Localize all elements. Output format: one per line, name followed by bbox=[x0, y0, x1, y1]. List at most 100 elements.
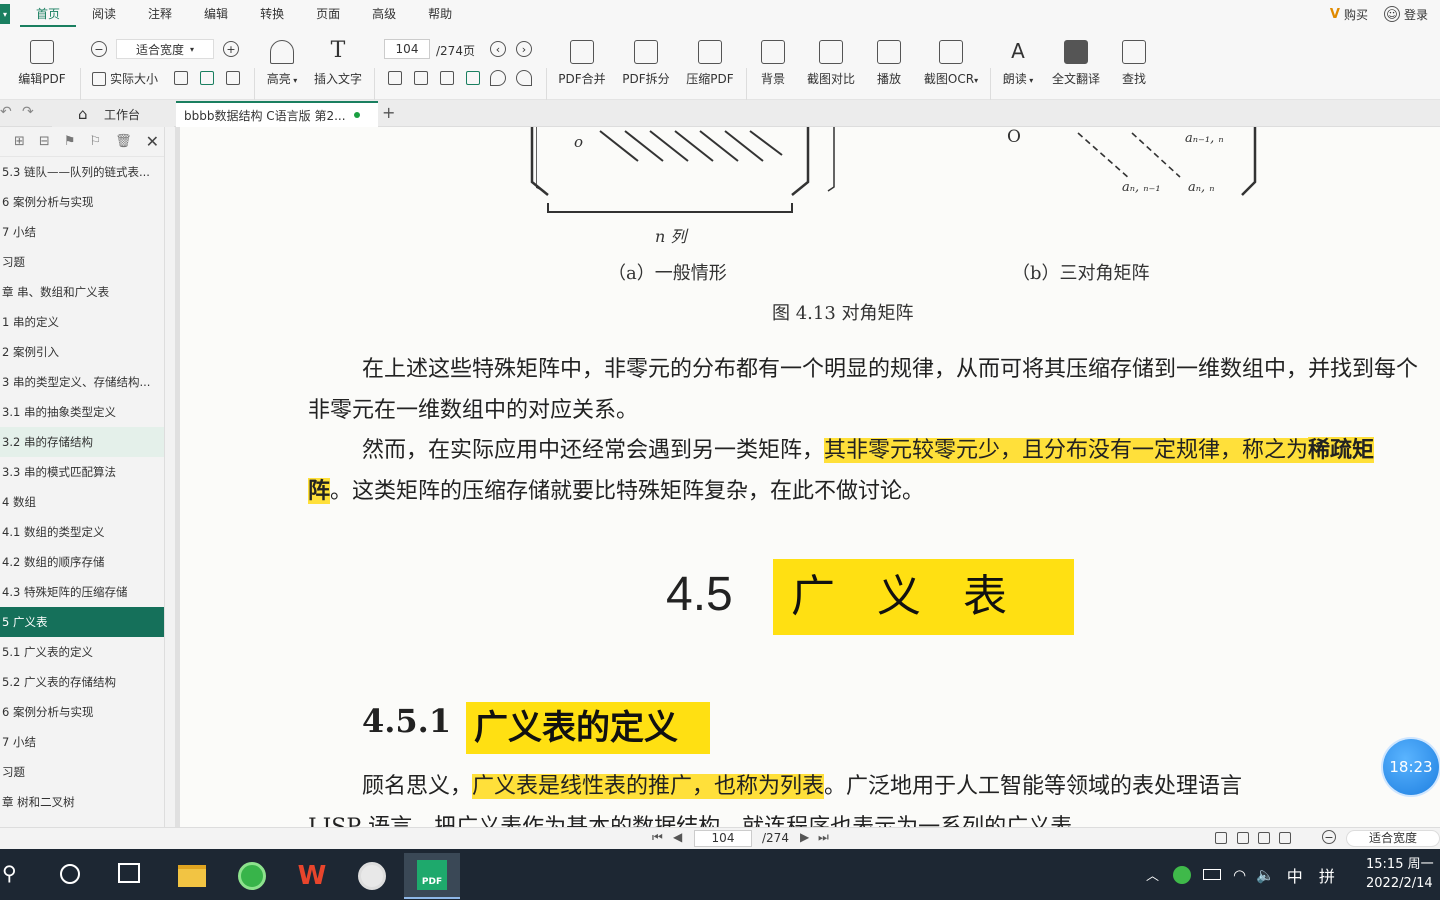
prev-page-status-icon[interactable]: ◀ bbox=[673, 830, 682, 844]
outline-item[interactable]: 习题 bbox=[0, 757, 164, 787]
taskbar-clock[interactable]: 15:15 周一 2022/2/14 bbox=[1366, 855, 1434, 893]
find-button[interactable]: 查找 bbox=[1104, 38, 1164, 87]
zoom-out-icon[interactable]: − bbox=[91, 41, 107, 57]
outline-item-active[interactable]: 5 广义表 bbox=[0, 607, 164, 637]
zoom-in-icon[interactable]: + bbox=[223, 41, 239, 57]
outline-item[interactable]: 6 案例分析与实现 bbox=[0, 187, 164, 217]
outline-item[interactable]: 5.3 链队——队列的链式表... bbox=[0, 157, 164, 187]
outline-item[interactable]: 4 数组 bbox=[0, 487, 164, 517]
rotate-cw-icon[interactable] bbox=[490, 70, 506, 86]
highlight-button[interactable]: 高亮 ▾ bbox=[252, 38, 312, 87]
screenshot-ocr-button[interactable]: 截图OCR▾ bbox=[918, 38, 984, 87]
outline-item[interactable]: 3 串的类型定义、存储结构... bbox=[0, 367, 164, 397]
status-page-input[interactable]: 104 bbox=[694, 830, 752, 847]
outline-item[interactable]: 1 串的定义 bbox=[0, 307, 164, 337]
insert-text-button[interactable]: T 插入文字 bbox=[308, 38, 368, 87]
wifi-icon[interactable]: ◠ bbox=[1233, 866, 1246, 884]
ime-pinyin[interactable]: 拼 bbox=[1319, 863, 1335, 887]
rotate-ccw-icon[interactable] bbox=[516, 70, 532, 86]
grid-view-icon[interactable] bbox=[440, 71, 454, 85]
document-view[interactable]: o n 列 O aₙ₋₁, ₙ aₙ, ₙ₋₁ aₙ, ₙ （a）一般情形 （b… bbox=[180, 127, 1440, 827]
menu-dropdown-icon[interactable]: ▾ bbox=[0, 4, 10, 24]
volume-icon[interactable]: 🔈 bbox=[1256, 866, 1275, 884]
menu-home[interactable]: 首页 bbox=[20, 1, 77, 27]
outline-item[interactable]: 7 小结 bbox=[0, 727, 164, 757]
continuous-icon[interactable] bbox=[1258, 832, 1270, 844]
outline-item[interactable]: 章 串、数组和广义表 bbox=[0, 277, 164, 307]
menu-page[interactable]: 页面 bbox=[300, 0, 356, 28]
outline-item[interactable]: 5.1 广义表的定义 bbox=[0, 637, 164, 667]
close-icon[interactable]: ✕ bbox=[146, 132, 159, 151]
taskbar-file-explorer[interactable] bbox=[164, 853, 220, 899]
last-page-icon[interactable]: ⏭ bbox=[818, 830, 829, 845]
outline-item[interactable]: 6 案例分析与实现 bbox=[0, 697, 164, 727]
menu-convert[interactable]: 转换 bbox=[244, 0, 300, 28]
menu-edit[interactable]: 编辑 bbox=[188, 0, 244, 28]
taskbar-browser[interactable] bbox=[224, 853, 280, 899]
play-button[interactable]: 播放 bbox=[859, 38, 919, 87]
book-view-icon[interactable] bbox=[1279, 832, 1291, 844]
menu-annotate[interactable]: 注释 bbox=[132, 0, 188, 28]
cortana-icon[interactable] bbox=[60, 864, 80, 884]
prev-page-icon[interactable]: ‹ bbox=[490, 41, 506, 57]
collapse-all-icon[interactable]: ⊟ bbox=[39, 134, 50, 149]
bookmark-add-icon[interactable]: ⚐ bbox=[89, 134, 101, 149]
pdf-split-button[interactable]: PDF拆分 bbox=[616, 38, 676, 87]
taskbar-clock-app[interactable] bbox=[344, 853, 400, 899]
menu-advanced[interactable]: 高级 bbox=[356, 0, 412, 28]
outline-item[interactable]: 3.2 串的存储结构 bbox=[0, 427, 164, 457]
task-view-icon[interactable] bbox=[118, 863, 140, 883]
background-button[interactable]: 背景 bbox=[743, 38, 803, 87]
edit-pdf-button[interactable]: 编辑PDF bbox=[12, 38, 72, 87]
text-select-icon[interactable] bbox=[226, 71, 240, 85]
tab-document[interactable]: bbbb数据结构 C语言版 第2... bbox=[176, 101, 378, 127]
bookmark-icon[interactable]: ⚑ bbox=[64, 134, 76, 149]
next-page-icon[interactable]: › bbox=[516, 41, 532, 57]
next-page-status-icon[interactable]: ▶ bbox=[800, 830, 809, 844]
taskbar-wps[interactable]: W bbox=[284, 853, 340, 899]
pdf-merge-button[interactable]: PDF合并 bbox=[552, 38, 612, 87]
undo-icon[interactable]: ↶ bbox=[0, 104, 12, 120]
zoom-out-status-icon[interactable]: − bbox=[1322, 830, 1336, 844]
status-zoom-select[interactable]: 适合宽度 bbox=[1346, 830, 1440, 847]
outline-item[interactable]: 7 小结 bbox=[0, 217, 164, 247]
double-page-icon[interactable] bbox=[414, 71, 428, 85]
compress-pdf-button[interactable]: 压缩PDF bbox=[680, 38, 740, 87]
outline-item[interactable]: 2 案例引入 bbox=[0, 337, 164, 367]
first-page-icon[interactable]: ⏮ bbox=[652, 830, 663, 845]
actual-size-button[interactable]: 实际大小 bbox=[92, 70, 158, 87]
outline-item[interactable]: 4.1 数组的类型定义 bbox=[0, 517, 164, 547]
outline-item[interactable]: 4.2 数组的顺序存储 bbox=[0, 547, 164, 577]
tab-workbench[interactable]: ⌂ 工作台 bbox=[52, 101, 174, 127]
outline-item[interactable]: 4.3 特殊矩阵的压缩存储 bbox=[0, 577, 164, 607]
outline-item[interactable]: 3.3 串的模式匹配算法 bbox=[0, 457, 164, 487]
taskbar-pdf-reader[interactable]: PDF bbox=[404, 853, 460, 899]
zoom-select[interactable]: 适合宽度 ▾ bbox=[116, 39, 214, 59]
redo-icon[interactable]: ↷ bbox=[22, 104, 34, 120]
search-icon[interactable]: ⚲ bbox=[2, 861, 17, 885]
buy-button[interactable]: V 购买 bbox=[1330, 6, 1368, 23]
outline-item[interactable]: 5.2 广义表的存储结构 bbox=[0, 667, 164, 697]
screenshot-compare-button[interactable]: 截图对比 bbox=[801, 38, 861, 87]
full-translate-button[interactable]: 全文翻译 bbox=[1046, 38, 1106, 87]
battery-icon[interactable] bbox=[1203, 869, 1222, 880]
read-aloud-button[interactable]: A 朗读 ▾ bbox=[988, 38, 1048, 87]
outline-item[interactable]: 3.1 串的抽象类型定义 bbox=[0, 397, 164, 427]
single-view-icon[interactable] bbox=[1215, 832, 1227, 844]
delete-icon[interactable]: 🗑 bbox=[115, 134, 132, 149]
outline-item[interactable]: 习题 bbox=[0, 247, 164, 277]
menu-read[interactable]: 阅读 bbox=[76, 0, 132, 28]
expand-all-icon[interactable]: ⊞ bbox=[14, 134, 25, 149]
fit-width-icon[interactable] bbox=[200, 71, 214, 85]
outline-item[interactable]: 章 树和二叉树 bbox=[0, 787, 164, 817]
single-page-icon[interactable] bbox=[388, 71, 402, 85]
ime-mode[interactable]: 中 bbox=[1287, 863, 1303, 887]
continuous-view-icon[interactable] bbox=[466, 71, 480, 85]
new-tab-icon[interactable]: + bbox=[382, 103, 395, 122]
floating-timer-button[interactable]: 18:23 bbox=[1383, 739, 1439, 795]
fit-page-icon[interactable] bbox=[174, 71, 188, 85]
page-number-input[interactable]: 104 bbox=[384, 39, 430, 59]
double-view-icon[interactable] bbox=[1237, 832, 1249, 844]
chevron-up-icon[interactable]: ︿ bbox=[1146, 865, 1159, 884]
login-button[interactable]: ☺ 登录 bbox=[1383, 6, 1428, 23]
